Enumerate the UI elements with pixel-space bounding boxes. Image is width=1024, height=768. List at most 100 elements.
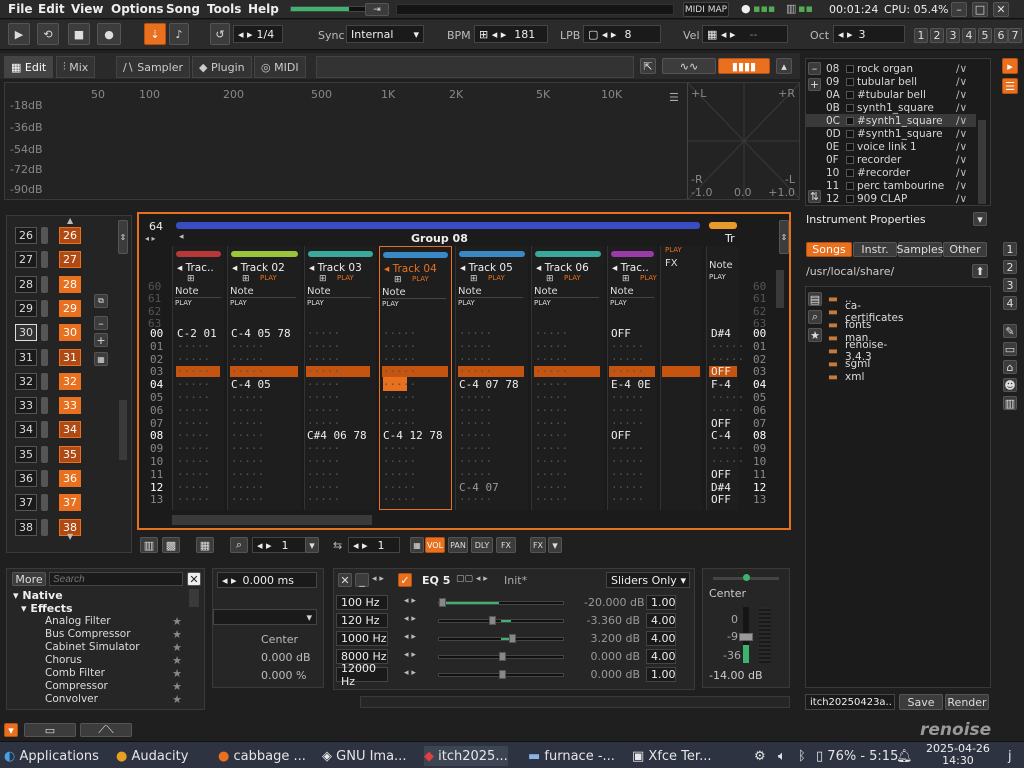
add-column-icon[interactable]: ⊞ — [394, 275, 402, 285]
pattern-cell[interactable]: ····· — [231, 417, 264, 430]
effect-item[interactable]: Chorus — [45, 654, 82, 666]
edit-step-field[interactable]: ◂ ▸ 1/4 — [233, 25, 283, 43]
scope-mode-button[interactable]: ∿∿ — [662, 58, 716, 74]
oct-button-3[interactable]: 3 — [946, 28, 960, 43]
pattern-cell[interactable]: ····· — [711, 353, 744, 366]
pattern-cell[interactable]: ····· — [231, 455, 264, 468]
tab-plugin[interactable]: ◆ Plugin — [192, 56, 252, 78]
detach-icon[interactable]: ⇱ — [640, 58, 656, 74]
pattern-cell[interactable]: ····· — [177, 340, 210, 353]
eq-band-gain-slider[interactable] — [438, 598, 564, 607]
sequence-position[interactable]: 29 — [15, 299, 37, 317]
sync-select[interactable]: Internal ▾ — [346, 25, 424, 43]
user-icon[interactable]: ☻ — [1003, 378, 1017, 392]
oct-button-5[interactable]: 5 — [978, 28, 992, 43]
pattern-cell[interactable]: ····· — [231, 481, 264, 494]
instrument-row[interactable]: 0F recorder ∕∨ — [806, 153, 976, 166]
instrument-mute-icon[interactable] — [846, 77, 854, 86]
sequencer-scrollbar[interactable] — [119, 400, 127, 460]
eq-mode-select[interactable]: Sliders Only ▾ — [606, 572, 690, 588]
instrument-row[interactable]: 0D #synth1_square ∕∨ — [806, 127, 976, 140]
taskbar-gimp[interactable]: ◈ GNU Ima... — [322, 746, 406, 766]
pattern-cell[interactable]: C-2 01 — [177, 327, 217, 340]
instrument-mute-icon[interactable] — [846, 142, 854, 151]
slot-1-button[interactable]: 1 — [1003, 242, 1017, 256]
sequence-pattern[interactable]: 33 — [59, 397, 81, 415]
bpm-field[interactable]: ⊞ ◂ ▸ 181 — [474, 25, 548, 43]
song-name-field[interactable]: itch20250423a.. — [805, 694, 895, 710]
add-column-icon[interactable]: ⊞ — [546, 274, 554, 284]
instrument-row[interactable]: 12 909 CLAP ∕∨ — [806, 192, 976, 205]
pattern-cell[interactable]: ····· — [177, 391, 210, 404]
pattern-dropdown-icon[interactable]: ▾ — [305, 537, 319, 553]
pattern-cell[interactable]: ····· — [177, 404, 210, 417]
group-collapse-icon[interactable]: ◂ — [179, 232, 184, 242]
pattern-cell[interactable]: ····· — [383, 468, 416, 481]
oct-button-1[interactable]: 1 — [914, 28, 928, 43]
pattern-cell[interactable]: ····· — [177, 493, 210, 506]
pattern-cell[interactable]: ····· — [177, 455, 210, 468]
sequence-slot-toggle[interactable] — [41, 445, 48, 463]
taskbar-cabbage[interactable]: ● cabbage ... — [218, 746, 306, 766]
sequence-pattern[interactable]: 30 — [59, 324, 81, 342]
pattern-cell[interactable]: ····· — [611, 481, 644, 494]
sequence-slot-toggle[interactable] — [41, 324, 48, 342]
pattern-cell[interactable]: ····· — [535, 404, 568, 417]
sequence-row[interactable]: 38 38 — [7, 518, 117, 538]
instrument-mute-icon[interactable] — [846, 116, 854, 125]
pattern-cell[interactable]: ····· — [307, 481, 340, 494]
pattern-cell[interactable]: C-4 — [711, 429, 731, 442]
scroll-down-icon[interactable]: ▼ — [67, 532, 73, 541]
pattern-cell[interactable]: ····· — [611, 340, 644, 353]
sequence-position[interactable]: 27 — [15, 251, 37, 269]
instrument-row[interactable]: 0C #synth1_square ∕∨ — [806, 114, 976, 127]
instrument-row[interactable]: 09 tubular bell ∕∨ — [806, 75, 976, 88]
eq-band-gain-slider[interactable] — [438, 670, 564, 679]
stop-button[interactable]: ■ — [68, 23, 90, 45]
pattern-cell[interactable]: ····· — [711, 455, 744, 468]
sequence-clone-icon[interactable]: ⧉ — [94, 294, 108, 308]
eq-arrows-icon[interactable]: ◂ ▸ — [372, 574, 384, 584]
pattern-cell[interactable]: ····· — [231, 404, 264, 417]
fx-dropdown-icon[interactable]: ▾ — [548, 537, 562, 553]
pattern-cell[interactable]: ····· — [459, 404, 492, 417]
track-name[interactable]: ◂ Track 02 — [232, 262, 285, 274]
panel-toggle-icon[interactable]: ▸ — [1002, 58, 1018, 74]
dsp-hscrollbar[interactable] — [360, 696, 790, 708]
oct-button-6[interactable]: 6 — [994, 28, 1008, 43]
pattern-cell[interactable]: ····· — [611, 493, 644, 506]
sequence-position[interactable]: 34 — [15, 421, 37, 439]
pattern-cell[interactable]: ····· — [611, 404, 644, 417]
pattern-cell[interactable]: ····· — [177, 481, 210, 494]
pattern-cell[interactable]: ····· — [307, 327, 340, 340]
eq-band-freq[interactable]: 120 Hz — [336, 613, 388, 628]
parent-folder-icon[interactable]: ⬆ — [972, 264, 988, 278]
follow-button[interactable]: ⇣ — [144, 23, 166, 45]
browser-tab-samples[interactable]: Samples — [897, 242, 944, 257]
instrument-mute-icon[interactable] — [846, 181, 854, 190]
pattern-cell[interactable]: ····· — [231, 340, 264, 353]
track-name[interactable]: ◂ Trac.. — [612, 262, 649, 274]
folder-view-icon[interactable]: ▤ — [808, 292, 822, 306]
eq-band-gain-slider[interactable] — [438, 634, 564, 643]
taskbar-terminal[interactable]: ▣ Xfce Ter... — [632, 746, 711, 766]
menu-tools[interactable]: Tools — [207, 2, 241, 16]
battery-indicator[interactable]: ▯ 76% - 5:15 — [816, 746, 898, 766]
play-button[interactable]: ▶ — [8, 23, 30, 45]
sequence-slot-toggle[interactable] — [41, 518, 48, 536]
matrix-icon[interactable]: ▩ — [162, 537, 180, 553]
track-name[interactable]: ◂ Trac.. — [177, 262, 214, 274]
browser-tab-other[interactable]: Other — [943, 242, 987, 257]
home-icon[interactable]: ⌂ — [1003, 360, 1017, 374]
lines-stepper-icon[interactable]: ◂ ▸ — [145, 234, 156, 243]
pattern-cell[interactable]: ····· — [459, 455, 492, 468]
effects-search-input[interactable] — [49, 572, 183, 586]
pattern-cell[interactable]: D#4 — [711, 481, 731, 494]
effects-scrollbar[interactable] — [189, 589, 199, 607]
pattern-side-icon[interactable]: ⇕ — [779, 220, 789, 254]
eq-band-q[interactable]: 1.00 — [646, 595, 676, 610]
pattern-cell[interactable]: ····· — [383, 327, 416, 340]
sequence-add-button[interactable]: + — [94, 333, 108, 347]
pattern-cell[interactable]: F-4 — [711, 378, 731, 391]
sequence-remove-button[interactable]: – — [94, 316, 108, 330]
